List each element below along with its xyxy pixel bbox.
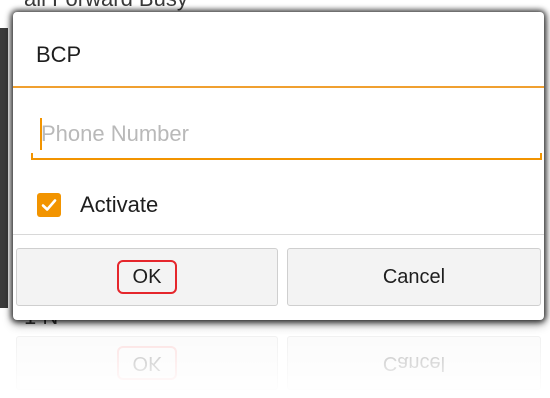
field-underline-right-tick [540, 153, 542, 160]
phone-number-field[interactable] [31, 112, 542, 160]
ok-button-label: OK [116, 260, 178, 294]
activate-checkbox-row[interactable]: Activate [37, 190, 158, 220]
text-cursor [40, 118, 42, 150]
reflection-fade [13, 324, 544, 398]
field-underline [31, 158, 542, 160]
title-divider [13, 86, 544, 88]
background-edge [0, 28, 8, 308]
background-title-fragment: all Forward Busy [24, 0, 188, 12]
field-underline-left-tick [31, 153, 33, 160]
bcp-dialog: BCP Activate OK Cancel [13, 12, 544, 320]
activate-checkbox[interactable] [37, 193, 61, 217]
cancel-button[interactable]: Cancel [287, 248, 541, 306]
button-row: OK Cancel [13, 234, 544, 320]
activate-label: Activate [80, 192, 159, 217]
phone-number-input[interactable] [31, 112, 542, 156]
ok-button[interactable]: OK [16, 248, 278, 306]
checkmark-icon [41, 199, 57, 211]
dialog-title: BCP [36, 42, 82, 67]
dialog-reflection: OK Cancel [13, 324, 544, 398]
